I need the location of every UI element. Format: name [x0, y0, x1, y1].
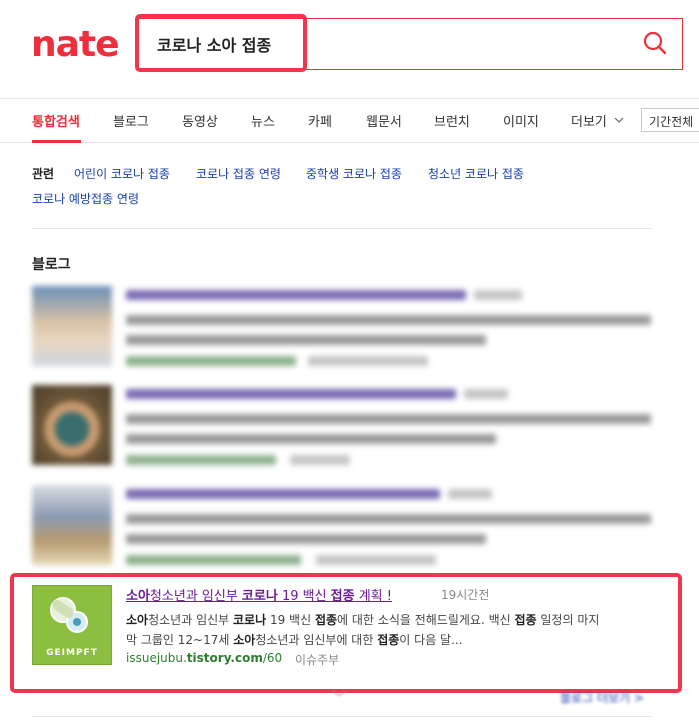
blurred-source: [316, 555, 436, 565]
expand-chevron-icon[interactable]: ﹀: [332, 688, 346, 708]
blog-section-title: 블로그: [32, 257, 71, 273]
blurred-title: [126, 290, 466, 300]
blurred-desc: [126, 414, 651, 424]
tab-news[interactable]: 뉴스: [251, 111, 275, 130]
related-item[interactable]: 어린이 코로나 접종: [74, 165, 170, 182]
chevron-down-icon[interactable]: [614, 116, 624, 124]
tab-video[interactable]: 동영상: [182, 111, 218, 130]
tab-webdoc[interactable]: 웹문서: [366, 111, 402, 130]
blurred-url: [126, 555, 301, 565]
result-highlight-box: [10, 573, 682, 693]
blurred-desc: [126, 335, 486, 345]
blurred-time: [464, 389, 508, 399]
blurred-desc: [126, 534, 486, 544]
blurred-title: [126, 489, 440, 499]
tab-image[interactable]: 이미지: [503, 111, 539, 130]
tab-brunch[interactable]: 브런치: [434, 111, 470, 130]
blurred-time: [448, 489, 492, 499]
related-item[interactable]: 중학생 코로나 접종: [306, 165, 402, 182]
blurred-url: [126, 455, 276, 465]
result-thumbnail: [32, 286, 112, 366]
tab-cafe[interactable]: 카페: [308, 111, 332, 130]
blurred-title: [126, 389, 456, 399]
nate-logo[interactable]: nate: [31, 24, 120, 65]
active-tab-indicator: [32, 140, 81, 143]
blurred-time: [474, 290, 522, 300]
result-thumbnail: [32, 385, 112, 465]
related-label: 관련: [32, 167, 55, 181]
tab-blog[interactable]: 블로그: [113, 111, 149, 130]
result-thumbnail: [32, 485, 112, 565]
blurred-source: [308, 356, 428, 366]
header: nate 코로나 소아 접종: [0, 0, 699, 98]
search-icon[interactable]: [642, 30, 668, 56]
section-divider: [32, 228, 652, 229]
query-highlight-box: [135, 14, 307, 72]
search-tabs: 통합검색 블로그 동영상 뉴스 카페 웹문서 브런치 이미지 더보기: [0, 98, 699, 143]
related-item[interactable]: 코로나 접종 연령: [196, 165, 281, 182]
blurred-url: [126, 356, 296, 366]
blurred-desc: [126, 315, 651, 325]
related-item[interactable]: 청소년 코로나 접종: [428, 165, 524, 182]
period-select[interactable]: 기간전체: [641, 108, 699, 132]
blurred-source: [290, 455, 350, 465]
tab-more[interactable]: 더보기: [571, 111, 607, 130]
blog-more-link[interactable]: 블로그 더보기 >: [560, 689, 644, 706]
blurred-desc: [126, 514, 651, 524]
tab-all[interactable]: 통합검색: [32, 111, 80, 130]
related-item[interactable]: 코로나 예방접종 연령: [32, 190, 139, 207]
section-divider: [32, 716, 652, 717]
blurred-desc: [126, 434, 496, 444]
